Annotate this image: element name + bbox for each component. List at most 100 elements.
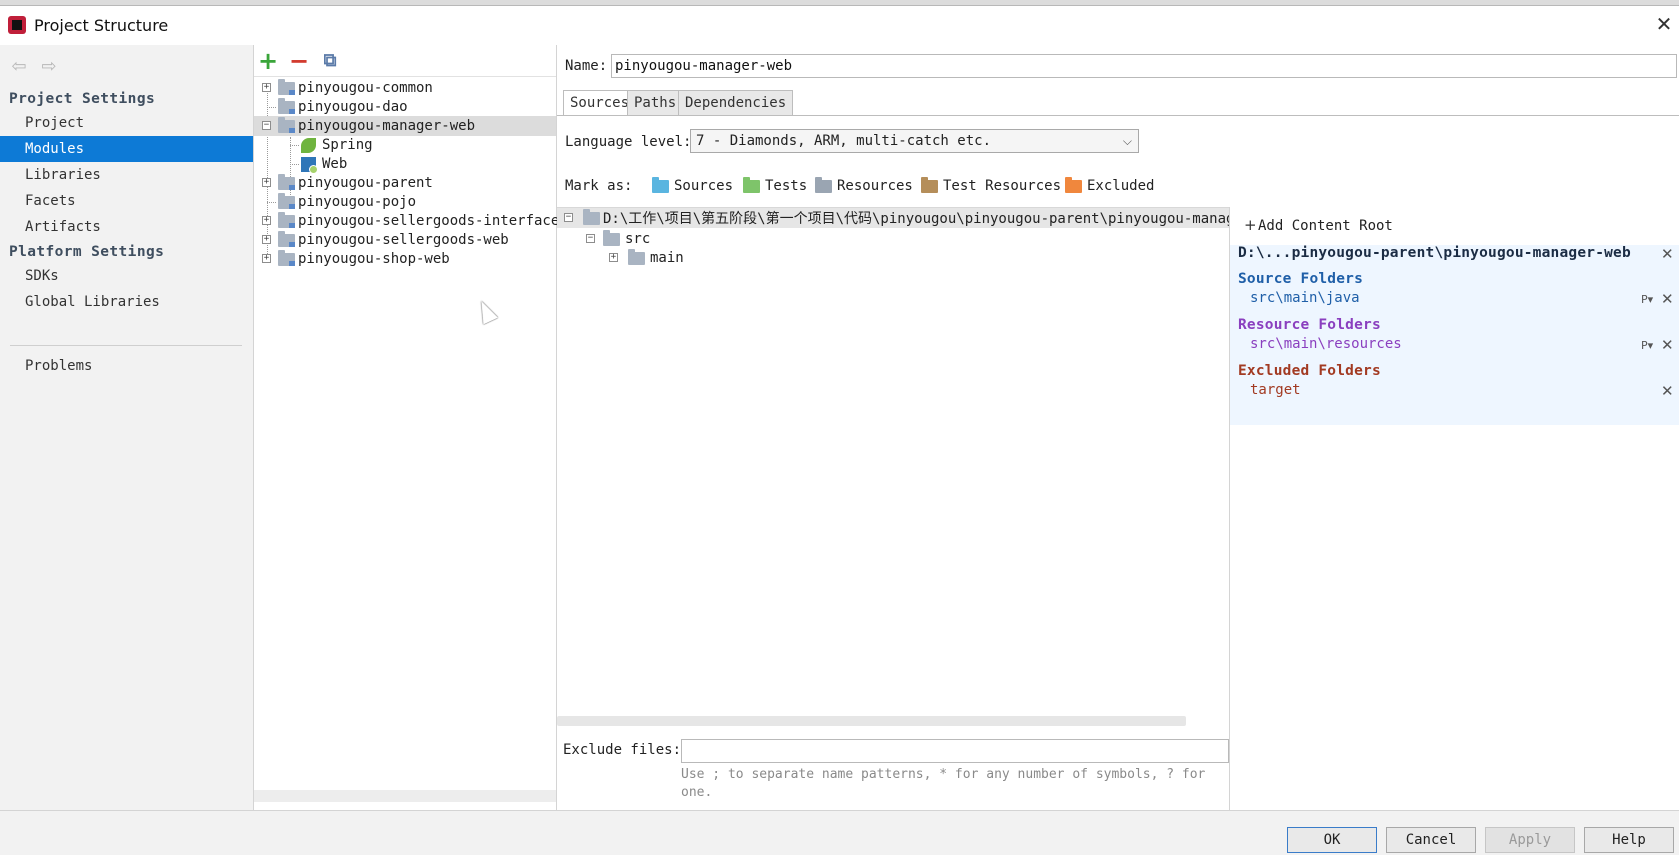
content-tree-scrollbar[interactable] [557, 716, 1186, 726]
sidebar-item-libraries[interactable]: Libraries [0, 162, 253, 188]
add-module-button[interactable]: + [257, 49, 279, 73]
mark-as-test-resources-button[interactable]: Test Resources [921, 176, 1061, 196]
module-folder-icon [278, 79, 295, 95]
content-roots-panel: + Add Content Root D:\...pinyougou-paren… [1229, 207, 1679, 810]
copy-module-button[interactable]: ⧉ [319, 50, 341, 72]
remove-resource-folder-icon[interactable]: ✕ [1661, 336, 1674, 354]
tree-connector-line [290, 164, 299, 165]
facet-label: Web [322, 156, 348, 172]
language-level-label: Language level: [565, 134, 692, 150]
folder-properties-icon[interactable]: P▾ [1641, 293, 1653, 306]
sidebar-item-problems[interactable]: Problems [0, 353, 253, 379]
folder-icon [628, 249, 645, 265]
mark-as-tests-button[interactable]: Tests [743, 176, 807, 196]
folder-label: main [650, 250, 684, 266]
expand-icon[interactable]: + [262, 216, 271, 225]
module-row[interactable]: + pinyougou-sellergoods-interface [254, 211, 559, 231]
exclude-files-input[interactable] [681, 739, 1229, 763]
mark-as-label-text: Excluded [1087, 178, 1155, 194]
mark-as-label: Mark as: [565, 178, 633, 194]
module-folder-icon [278, 250, 295, 266]
tree-connector-line [290, 145, 299, 146]
module-row[interactable]: + pinyougou-common [254, 78, 556, 98]
title-bar [0, 6, 1679, 44]
mark-as-resources-button[interactable]: Resources [815, 176, 913, 196]
content-root-path-heading: D:\...pinyougou-parent\pinyougou-manager… [1238, 245, 1631, 261]
sidebar-divider [10, 345, 242, 346]
apply-button[interactable]: Apply [1485, 827, 1575, 853]
module-row[interactable]: pinyougou-pojo [254, 192, 556, 212]
module-row[interactable]: + pinyougou-parent [254, 173, 556, 193]
remove-excluded-folder-icon[interactable]: ✕ [1661, 382, 1674, 400]
module-tree-panel: + − ⧉ + pinyougou-common pinyougou-dao −… [254, 45, 559, 810]
project-settings-heading: Project Settings [9, 91, 156, 107]
platform-settings-heading: Platform Settings [9, 244, 165, 260]
window-title: Project Structure [34, 16, 169, 35]
module-label: pinyougou-dao [298, 99, 408, 115]
collapse-icon[interactable]: − [262, 121, 271, 130]
expand-icon[interactable]: + [262, 83, 271, 92]
add-icon: + [1244, 216, 1257, 234]
remove-content-root-icon[interactable]: ✕ [1661, 245, 1674, 263]
module-row[interactable]: pinyougou-dao [254, 97, 556, 117]
expand-icon[interactable]: + [262, 254, 271, 263]
tab-paths[interactable]: Paths [627, 90, 684, 116]
facet-row[interactable]: Spring [254, 135, 556, 155]
excluded-folders-heading: Excluded Folders [1238, 363, 1381, 379]
module-tree-scrollbar[interactable] [254, 790, 556, 802]
main-folder-row[interactable]: + main [557, 248, 1230, 268]
content-root-row[interactable]: − D:\工作\项目\第五阶段\第一个项目\代码\pinyougou\pinyo… [557, 208, 1234, 228]
exclude-files-hint: Use ; to separate name patterns, * for a… [681, 767, 1206, 800]
module-row[interactable]: + pinyougou-shop-web [254, 249, 556, 269]
folder-properties-icon[interactable]: P▾ [1641, 339, 1653, 352]
collapse-icon[interactable]: − [564, 213, 573, 222]
module-label: pinyougou-sellergoods-web [298, 232, 509, 248]
sidebar-item-modules[interactable]: Modules [0, 136, 253, 162]
forward-arrow-icon[interactable]: ⇨ [38, 57, 60, 77]
expand-icon[interactable]: + [262, 178, 271, 187]
mark-as-sources-button[interactable]: Sources [652, 176, 733, 196]
close-window-button[interactable]: ✕ [1652, 12, 1676, 36]
language-level-select[interactable]: 7 - Diamonds, ARM, multi-catch etc. ⌵ [690, 129, 1139, 153]
facet-label: Spring [322, 137, 373, 153]
web-facet-icon [301, 157, 318, 174]
facet-row[interactable]: Web [254, 154, 556, 174]
tab-dependencies[interactable]: Dependencies [678, 90, 794, 116]
back-arrow-icon[interactable]: ⇦ [8, 57, 30, 77]
content-root-tree: − D:\工作\项目\第五阶段\第一个项目\代码\pinyougou\pinyo… [557, 207, 1234, 730]
module-name-input[interactable]: pinyougou-manager-web [611, 54, 1677, 78]
module-label: pinyougou-manager-web [298, 118, 476, 134]
excluded-folder-icon [1065, 177, 1082, 193]
help-button[interactable]: Help [1584, 827, 1674, 853]
sidebar-item-facets[interactable]: Facets [0, 188, 253, 214]
source-folder-path: src\main\java [1250, 290, 1360, 306]
folder-icon [603, 230, 620, 246]
content-root-path: D:\工作\项目\第五阶段\第一个项目\代码\pinyougou\pinyoug… [603, 211, 1235, 227]
module-label: pinyougou-common [298, 80, 433, 96]
test-resources-folder-icon [921, 177, 938, 193]
remove-module-button[interactable]: − [288, 49, 310, 73]
sources-folder-icon [652, 177, 669, 193]
expand-icon[interactable]: + [262, 235, 271, 244]
cancel-button[interactable]: Cancel [1386, 827, 1476, 853]
resources-folder-icon [815, 177, 832, 193]
ok-button[interactable]: OK [1287, 827, 1377, 853]
sidebar-item-artifacts[interactable]: Artifacts [0, 214, 253, 240]
module-row-selected[interactable]: − pinyougou-manager-web [254, 116, 556, 136]
add-content-root-link[interactable]: Add Content Root [1258, 218, 1393, 234]
sidebar-item-project[interactable]: Project [0, 110, 253, 136]
spring-leaf-icon [301, 138, 316, 153]
module-label: pinyougou-parent [298, 175, 433, 191]
tab-sources[interactable]: Sources [563, 90, 637, 116]
mark-as-label-text: Tests [765, 178, 808, 194]
sidebar-item-global-libraries[interactable]: Global Libraries [0, 289, 253, 315]
module-label: pinyougou-shop-web [298, 251, 450, 267]
folder-icon [583, 209, 600, 225]
module-row[interactable]: + pinyougou-sellergoods-web [254, 230, 556, 250]
expand-icon[interactable]: + [609, 253, 618, 262]
collapse-icon[interactable]: − [586, 234, 595, 243]
mark-as-excluded-button[interactable]: Excluded [1065, 176, 1154, 196]
src-folder-row[interactable]: − src [557, 229, 1230, 249]
remove-source-folder-icon[interactable]: ✕ [1661, 290, 1674, 308]
sidebar-item-sdks[interactable]: SDKs [0, 263, 253, 289]
